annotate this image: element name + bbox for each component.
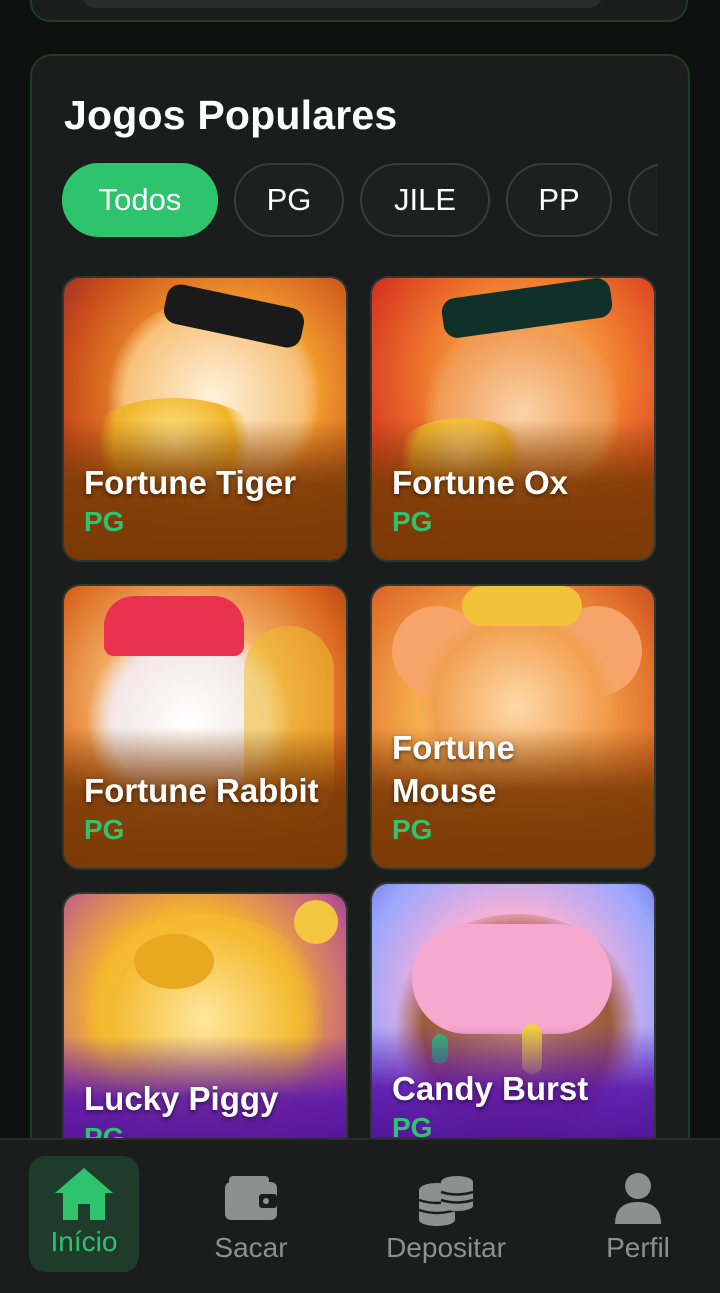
nav-label: Depositar — [386, 1232, 506, 1263]
bottom-navigation: Início Sacar Depositar Perfil — [0, 1138, 720, 1293]
wallet-icon — [225, 1176, 277, 1220]
home-icon — [55, 1168, 113, 1220]
user-icon — [615, 1173, 661, 1224]
nav-label: Início — [50, 1226, 118, 1257]
section-title: Jogos Populares — [64, 92, 398, 138]
game-title: Lucky Piggy — [84, 1080, 279, 1117]
game-title: Fortune Mouse — [392, 729, 515, 809]
game-title: Fortune Rabbit — [84, 772, 319, 809]
game-card-candy-burst[interactable]: Candy Burst PG — [370, 882, 656, 1168]
game-title: Fortune Tiger — [84, 464, 297, 501]
game-title: Candy Burst — [392, 1070, 589, 1107]
game-provider: PG — [392, 506, 433, 537]
game-card-lucky-piggy[interactable]: Lucky Piggy PG — [62, 892, 348, 1178]
popular-games-panel: Jogos Populares Todos PG JILE PP Fortune… — [30, 54, 690, 1194]
nav-label: Perfil — [606, 1232, 670, 1263]
app-screen: Jogos Populares Todos PG JILE PP Fortune… — [0, 0, 720, 1293]
previous-section-card — [30, 0, 688, 22]
nav-item-perfil[interactable]: Perfil — [592, 1140, 684, 1293]
game-provider: PG — [84, 814, 125, 845]
game-provider: PG — [84, 506, 125, 537]
nav-item-inicio[interactable]: Início — [29, 1156, 139, 1272]
nav-item-depositar[interactable]: Depositar — [376, 1140, 516, 1293]
search-bar[interactable] — [82, 0, 602, 8]
filter-tab-pg[interactable]: PG — [234, 163, 344, 237]
filter-tab-pp[interactable]: PP — [506, 163, 612, 237]
game-card-fortune-rabbit[interactable]: Fortune Rabbit PG — [62, 584, 348, 870]
game-title: Fortune Ox — [392, 464, 569, 501]
filter-tab-more[interactable] — [628, 163, 658, 237]
game-card-fortune-mouse[interactable]: Fortune Mouse PG — [370, 584, 656, 870]
game-card-fortune-tiger[interactable]: Fortune Tiger PG — [62, 276, 348, 562]
nav-label: Sacar — [214, 1232, 288, 1263]
game-card-fortune-ox[interactable]: Fortune Ox PG — [370, 276, 656, 562]
filter-tab-todos[interactable]: Todos — [62, 163, 218, 237]
game-provider: PG — [392, 814, 433, 845]
provider-filter-tabs: Todos PG JILE PP — [62, 162, 658, 238]
nav-item-sacar[interactable]: Sacar — [196, 1140, 306, 1293]
coins-icon — [418, 1176, 474, 1226]
filter-tab-jile[interactable]: JILE — [360, 163, 490, 237]
